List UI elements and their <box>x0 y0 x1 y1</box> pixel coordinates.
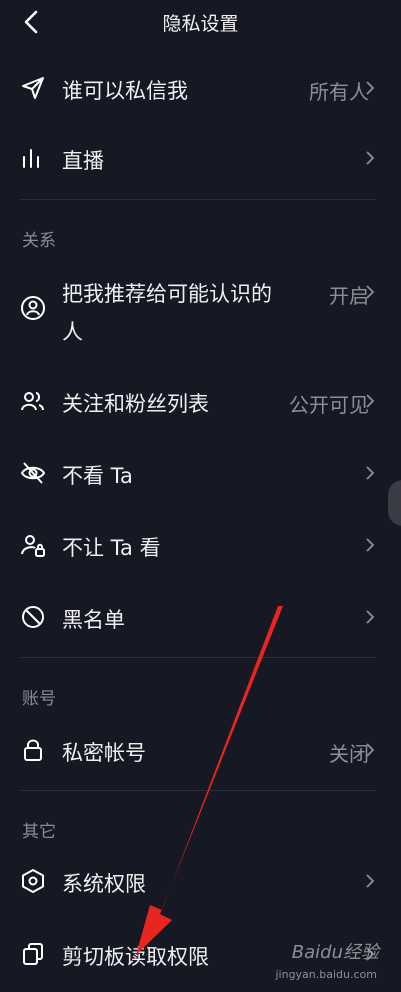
watermark: Baidu经验 <box>291 942 379 963</box>
watermark-url: jingyan.baidu.com <box>275 968 377 981</box>
red-arrow-annotation <box>136 606 283 955</box>
